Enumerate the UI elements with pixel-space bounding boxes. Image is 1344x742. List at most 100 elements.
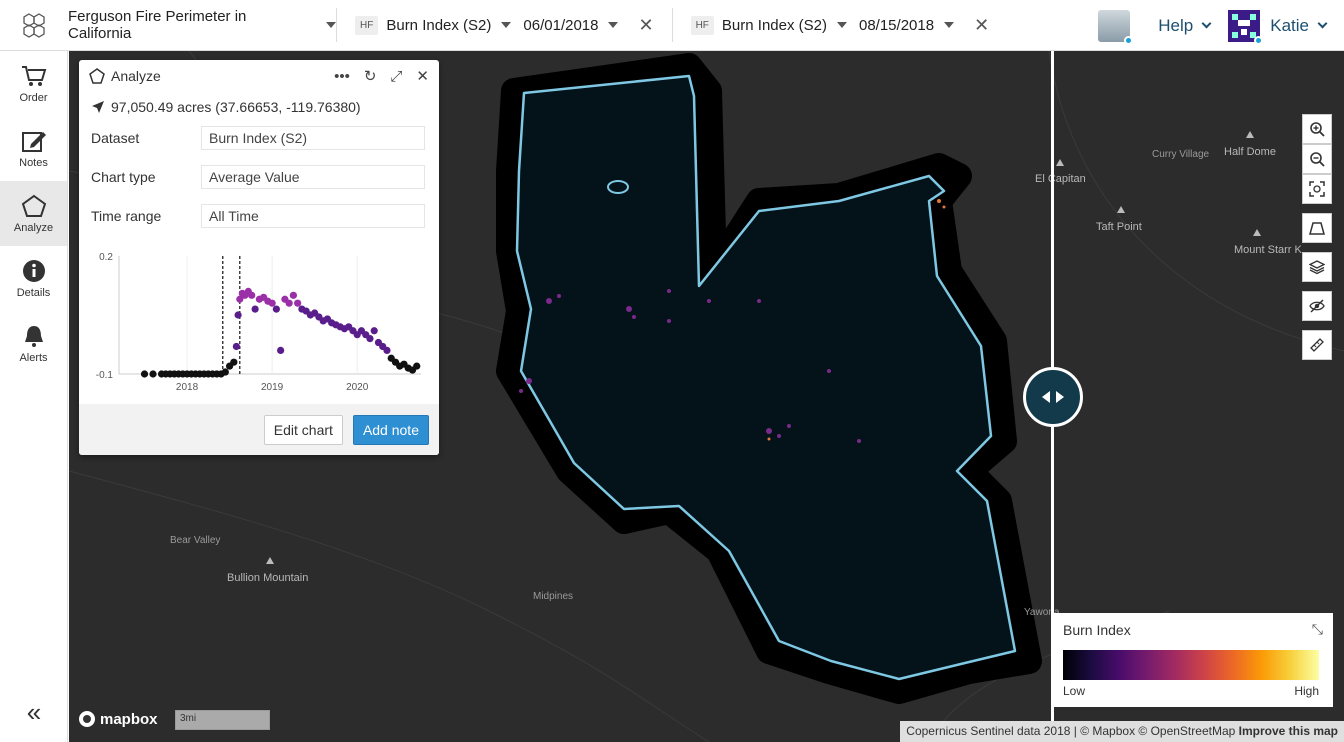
project-name: Ferguson Fire Perimeter in California bbox=[68, 8, 247, 42]
map-toolbar bbox=[1302, 114, 1332, 360]
data-point[interactable] bbox=[366, 335, 374, 343]
close-icon[interactable]: ✕ bbox=[638, 15, 653, 36]
data-point[interactable] bbox=[232, 342, 240, 351]
sidebar-item-label: Details bbox=[16, 286, 51, 299]
edit-chart-button[interactable]: Edit chart bbox=[263, 414, 343, 445]
layer-badge: HF bbox=[690, 15, 714, 35]
data-point[interactable] bbox=[370, 327, 378, 335]
collapse-icon[interactable]: ⤡ bbox=[1312, 621, 1323, 638]
dataset-row: Dataset Burn Index (S2) bbox=[79, 118, 439, 157]
legend-low-label: Low bbox=[1063, 684, 1086, 698]
bell-icon bbox=[24, 325, 43, 347]
layers-button[interactable] bbox=[1302, 252, 1332, 282]
data-point[interactable] bbox=[268, 299, 276, 307]
map-label-taft-point: Taft Point bbox=[1096, 221, 1142, 233]
app-logo[interactable] bbox=[0, 0, 68, 51]
time-range-select[interactable]: All Time bbox=[201, 203, 425, 228]
data-point[interactable] bbox=[234, 311, 242, 319]
help-menu[interactable]: Help bbox=[1158, 15, 1212, 36]
mapbox-icon bbox=[79, 711, 95, 727]
left-layer-name[interactable]: Burn Index (S2) bbox=[386, 17, 491, 34]
zoom-out-button[interactable] bbox=[1302, 144, 1332, 174]
pentagon-icon bbox=[21, 194, 46, 217]
chart-type-select[interactable]: Average Value bbox=[201, 164, 425, 189]
sidebar-item-order[interactable]: Order bbox=[0, 51, 67, 116]
caret-down-icon[interactable] bbox=[836, 22, 847, 28]
data-point[interactable] bbox=[272, 305, 280, 313]
map-label-half-dome: Half Dome bbox=[1224, 146, 1276, 158]
fit-extent-icon bbox=[1309, 181, 1325, 197]
collapse-sidebar-button[interactable]: « bbox=[0, 697, 68, 728]
left-layer-date[interactable]: 06/01/2018 bbox=[523, 17, 598, 34]
y-tick-label: 0.2 bbox=[99, 252, 113, 263]
zoom-in-icon bbox=[1310, 122, 1325, 137]
legend-color-ramp bbox=[1063, 650, 1319, 680]
collaborator-avatar[interactable] bbox=[1098, 9, 1134, 45]
peak-marker-icon bbox=[1056, 159, 1064, 166]
x-tick-label: 2018 bbox=[176, 382, 199, 393]
map-label-midpines: Midpines bbox=[533, 591, 574, 602]
right-layer-date[interactable]: 08/15/2018 bbox=[859, 17, 934, 34]
data-point[interactable] bbox=[248, 291, 256, 299]
attribution-text: Copernicus Sentinel data 2018 | © Mapbox… bbox=[906, 724, 1236, 738]
add-note-button[interactable]: Add note bbox=[352, 414, 429, 445]
data-point[interactable] bbox=[285, 299, 293, 307]
draw-shape-button[interactable] bbox=[1302, 213, 1332, 243]
data-point[interactable] bbox=[230, 358, 238, 366]
panel-title: Analyze bbox=[111, 68, 161, 84]
data-point[interactable] bbox=[149, 370, 157, 378]
chart-type-row: Chart type Average Value bbox=[79, 157, 439, 196]
sidebar-item-analyze[interactable]: Analyze bbox=[0, 181, 67, 246]
expand-icon[interactable]: ⤢ bbox=[390, 68, 402, 85]
map-label-mount-starr: Mount Starr K bbox=[1234, 244, 1302, 256]
data-point[interactable] bbox=[251, 305, 259, 313]
close-icon[interactable]: ✕ bbox=[974, 15, 989, 36]
layer-badge: HF bbox=[355, 15, 379, 35]
sidebar-item-notes[interactable]: Notes bbox=[0, 116, 67, 181]
panel-header: Analyze ••• ↻ ⤢ ✕ bbox=[79, 60, 439, 92]
data-point[interactable] bbox=[289, 291, 297, 299]
left-layer-selector: HF Burn Index (S2) 06/01/2018 ✕ bbox=[337, 0, 672, 51]
caret-down-icon[interactable] bbox=[501, 22, 512, 28]
data-point[interactable] bbox=[413, 362, 421, 370]
x-tick-label: 2019 bbox=[261, 382, 284, 393]
right-layer-selector: HF Burn Index (S2) 08/15/2018 ✕ bbox=[673, 0, 1008, 51]
data-point[interactable] bbox=[294, 299, 302, 307]
dataset-select[interactable]: Burn Index (S2) bbox=[201, 125, 425, 150]
close-icon[interactable]: ✕ bbox=[416, 67, 429, 85]
mapbox-text: mapbox bbox=[100, 710, 158, 728]
burn-index-chart[interactable]: 0.2 -0.1 2018 2019 2020 bbox=[79, 246, 439, 404]
panel-footer: Edit chart Add note bbox=[79, 404, 439, 455]
peak-marker-icon bbox=[1253, 229, 1261, 236]
cart-icon bbox=[21, 65, 46, 86]
data-point[interactable] bbox=[140, 370, 149, 378]
user-menu[interactable]: Katie bbox=[1270, 16, 1328, 36]
more-options-icon[interactable]: ••• bbox=[334, 68, 350, 85]
zoom-extent-button[interactable] bbox=[1302, 174, 1332, 204]
help-label: Help bbox=[1158, 15, 1194, 35]
sidebar-item-details[interactable]: Details bbox=[0, 246, 67, 311]
time-range-row: Time range All Time bbox=[79, 196, 439, 235]
sidebar-item-alerts[interactable]: Alerts bbox=[0, 311, 67, 376]
caret-down-icon[interactable] bbox=[944, 22, 955, 28]
user-avatar[interactable] bbox=[1228, 9, 1264, 45]
measure-button[interactable] bbox=[1302, 330, 1332, 360]
project-selector[interactable]: Ferguson Fire Perimeter in California bbox=[68, 8, 336, 42]
sidebar-item-label: Alerts bbox=[19, 351, 48, 364]
refresh-icon[interactable]: ↻ bbox=[364, 67, 377, 85]
caret-down-icon[interactable] bbox=[608, 22, 619, 28]
arrow-right-icon bbox=[1056, 391, 1064, 403]
data-point[interactable] bbox=[383, 346, 391, 354]
peak-marker-icon bbox=[266, 557, 274, 564]
data-point[interactable] bbox=[277, 346, 285, 354]
layers-icon bbox=[1309, 260, 1325, 275]
location-arrow-icon bbox=[92, 101, 104, 113]
mapbox-logo[interactable]: mapbox bbox=[78, 710, 158, 728]
swipe-handle[interactable] bbox=[1023, 367, 1083, 427]
data-point[interactable] bbox=[221, 368, 229, 376]
zoom-in-button[interactable] bbox=[1302, 114, 1332, 144]
right-layer-name[interactable]: Burn Index (S2) bbox=[722, 17, 827, 34]
improve-map-link[interactable]: Improve this map bbox=[1239, 724, 1338, 738]
map-label-curry-village: Curry Village bbox=[1152, 149, 1210, 160]
toggle-visibility-button[interactable] bbox=[1302, 291, 1332, 321]
